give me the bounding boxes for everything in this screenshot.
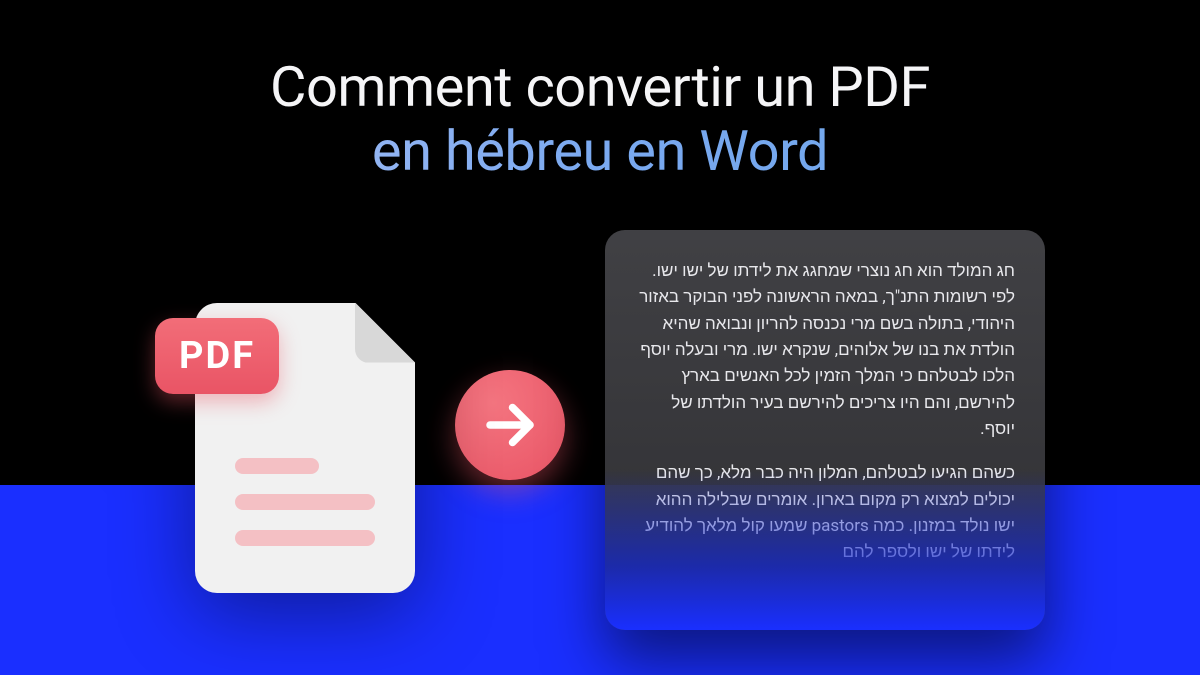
file-line (235, 530, 375, 546)
page-title: Comment convertir un PDF en hébreu en Wo… (0, 0, 1200, 184)
arrow-right-icon (455, 370, 565, 480)
pdf-badge: PDF (155, 318, 279, 394)
hebrew-paragraph: חג המולד הוא חג נוצרי שמחגג את לידתו של … (635, 258, 1015, 442)
title-line-2: en hébreu en Word (0, 119, 1200, 183)
file-line (235, 458, 319, 474)
file-lines (235, 458, 375, 546)
content-row: PDF חג המולד הוא חג נוצרי שמחגג את לידתו… (0, 230, 1200, 630)
file-line (235, 494, 375, 510)
pdf-file-icon: PDF (155, 273, 415, 613)
hebrew-text-card: חג המולד הוא חג נוצרי שמחגג את לידתו של … (605, 230, 1045, 630)
hebrew-paragraph: כשהם הגיעו לבטלהם, המלון היה כבר מלא, כך… (635, 460, 1015, 565)
title-line-1: Comment convertir un PDF (0, 55, 1200, 119)
